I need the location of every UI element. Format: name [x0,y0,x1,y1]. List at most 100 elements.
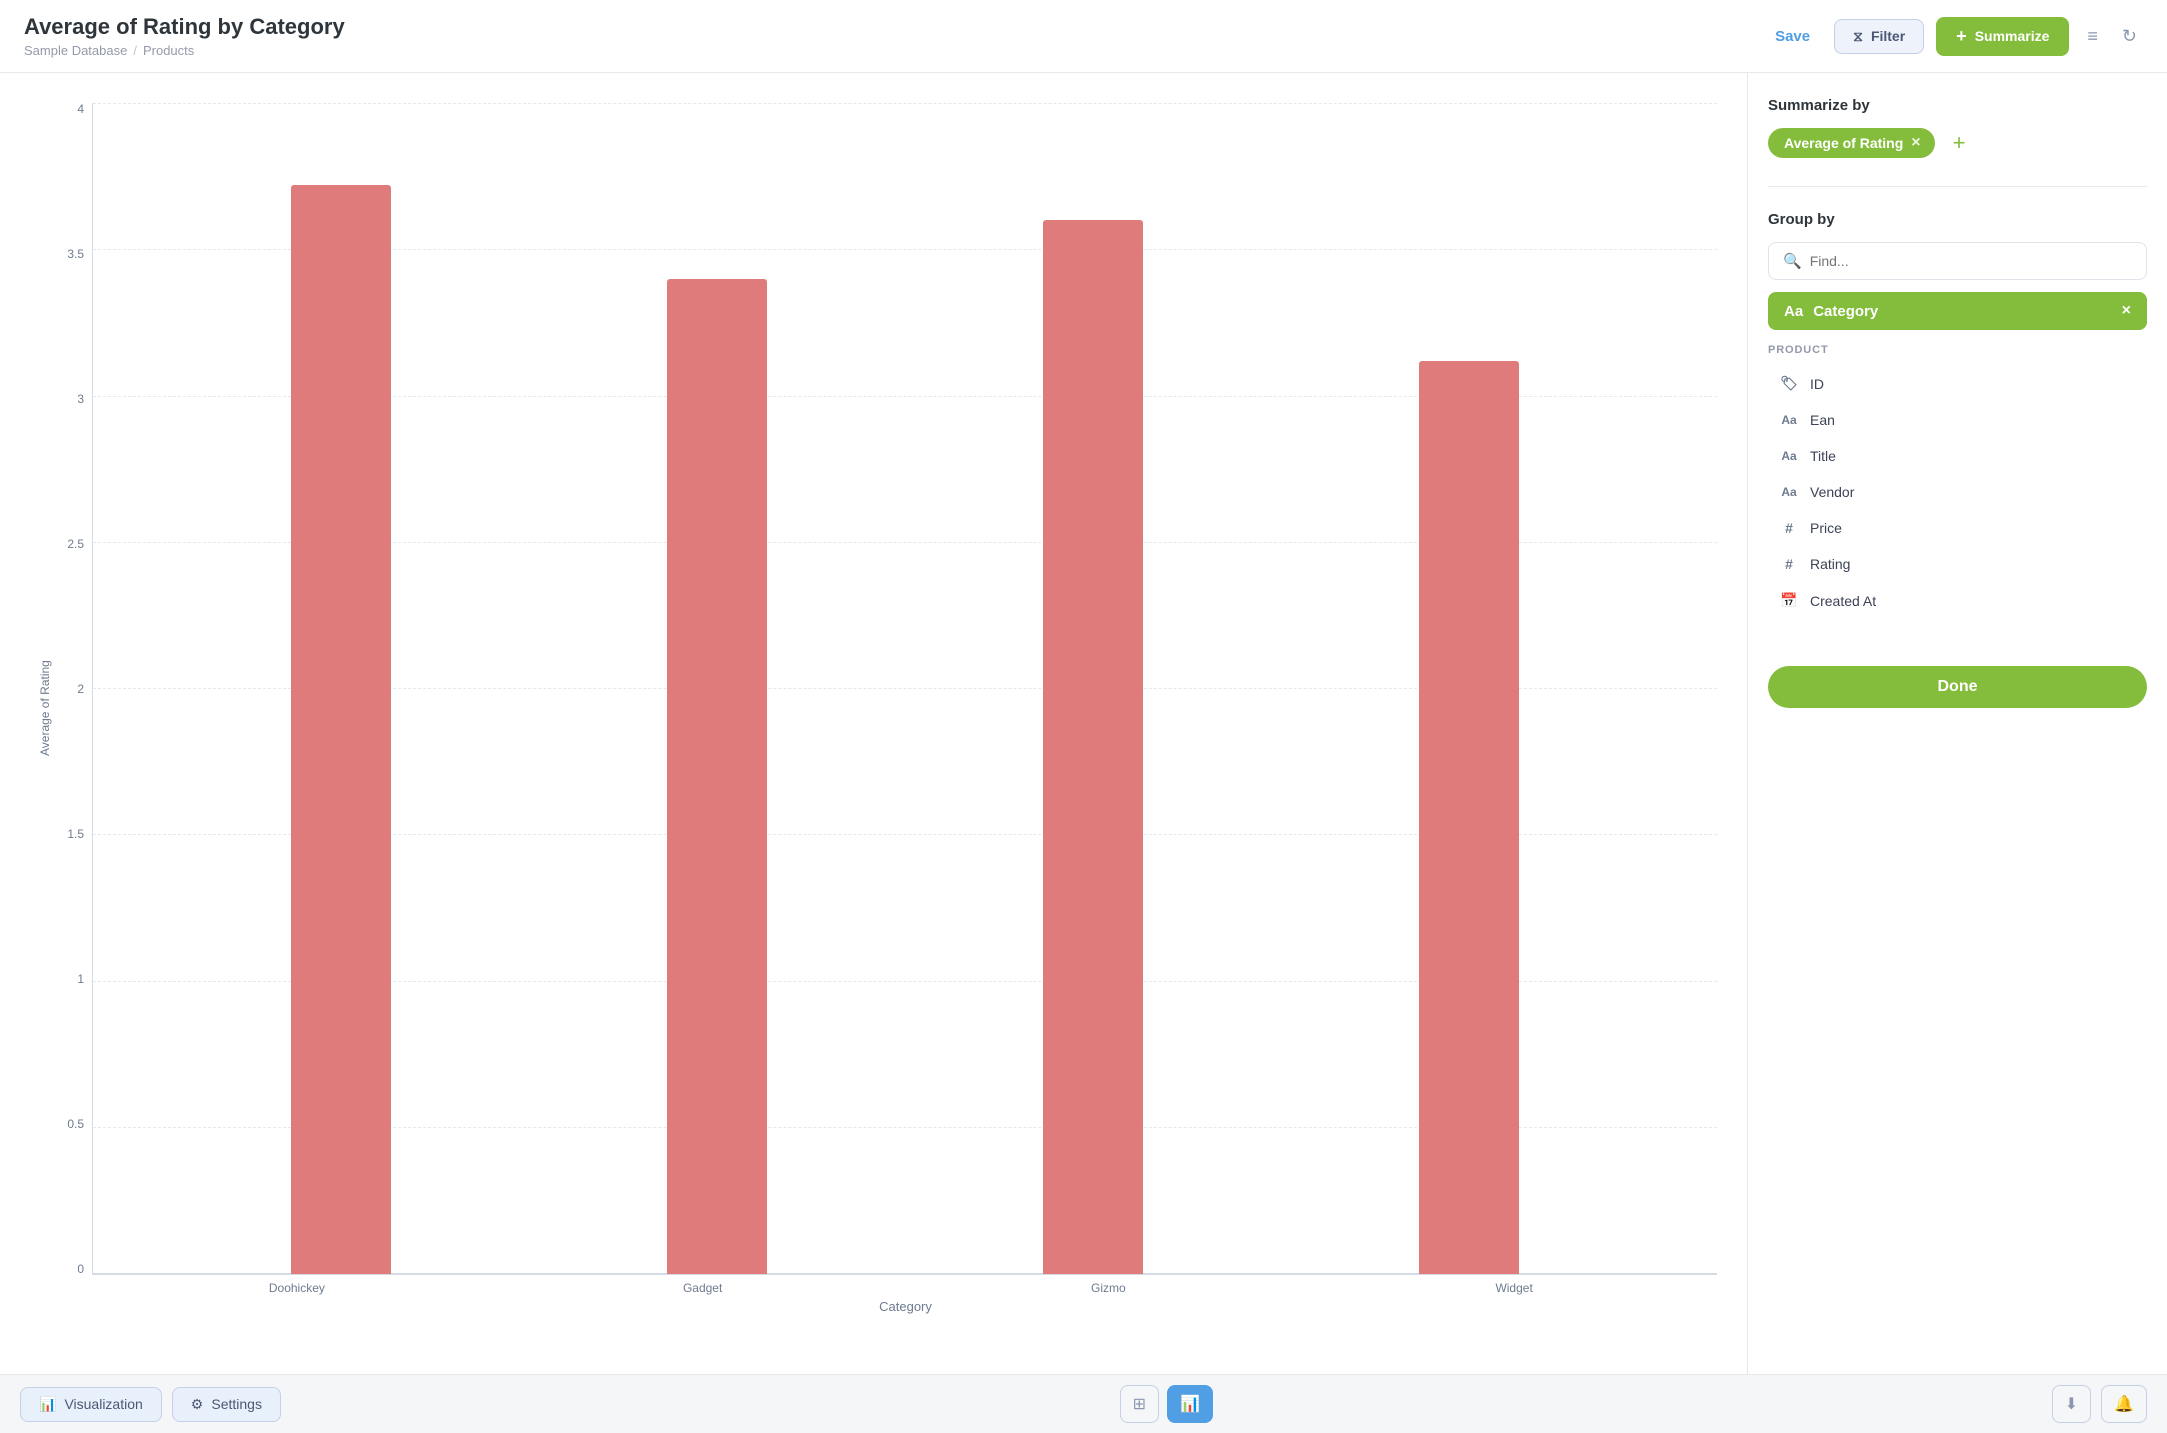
field-name-id: ID [1810,376,1824,392]
category-icon: Aa [1784,303,1803,320]
notification-button[interactable]: 🔔 [2101,1385,2147,1423]
field-list: 🏷 ID Aa Ean Aa Title Aa Vendor [1768,366,2147,618]
download-button[interactable]: ⬇ [2052,1385,2091,1423]
y-tick-05: 0.5 [67,1118,84,1130]
divider [1768,186,2147,187]
bar-widget [1419,361,1519,1274]
filter-icon: ⧖ [1853,28,1863,45]
header-actions: Save ⧖ Filter + Summarize ≡ ↻ [1763,17,2143,56]
bar-group-doohickey [291,103,391,1274]
field-name-price: Price [1810,520,1842,536]
field-name-ean: Ean [1810,412,1835,428]
field-item-vendor[interactable]: Aa Vendor [1768,475,2147,509]
y-tick-2: 2 [77,683,84,695]
filter-label: Filter [1871,28,1905,44]
text-icon-vendor: Aa [1778,485,1800,499]
visualization-label: Visualization [64,1396,142,1412]
field-name-vendor: Vendor [1810,484,1854,500]
field-item-created-at[interactable]: 📅 Created At [1768,583,2147,618]
bar-gadget [667,279,767,1274]
x-labels: Doohickey Gadget Gizmo Widget [52,1281,1717,1295]
main-layout: Average of Rating 4 3.5 3 2.5 2 1.5 1 0.… [0,73,2167,1374]
settings-label: Settings [211,1396,262,1412]
chart-area: Average of Rating 4 3.5 3 2.5 2 1.5 1 0.… [0,73,1747,1374]
y-axis-ticks: 4 3.5 3 2.5 2 1.5 1 0.5 0 [52,103,92,1275]
summarize-by-title: Summarize by [1768,97,2147,114]
average-of-rating-label: Average of Rating [1784,135,1903,151]
visualization-button[interactable]: 📊 Visualization [20,1387,162,1422]
calendar-icon: 📅 [1778,592,1800,609]
product-section-label: PRODUCT [1768,344,2147,356]
search-icon: 🔍 [1783,252,1802,270]
gear-icon: ⚙ [191,1396,204,1413]
bars [93,103,1717,1274]
bar-doohickey [291,185,391,1274]
field-name-title: Title [1810,448,1836,464]
category-label: Category [1813,303,1878,320]
bar-group-gizmo [1043,103,1143,1274]
bar-group-gadget [667,103,767,1274]
sort-icon-button[interactable]: ≡ [2081,20,2104,53]
summarize-label: Summarize [1975,28,2050,44]
bar-chart-icon: 📊 [39,1396,56,1413]
header: Average of Rating by Category Sample Dat… [0,0,2167,73]
y-tick-3: 3 [77,393,84,405]
field-item-title[interactable]: Aa Title [1768,439,2147,473]
y-tick-15: 1.5 [67,828,84,840]
average-of-rating-pill[interactable]: Average of Rating × [1768,128,1935,158]
y-tick-4: 4 [77,103,84,115]
plus-icon: + [1956,26,1967,47]
text-icon-ean: Aa [1778,413,1800,427]
summarize-pill-row: Average of Rating × + [1768,128,2147,158]
x-axis-title: Category [52,1299,1717,1314]
x-label-gizmo: Gizmo [906,1281,1312,1295]
breadcrumb-database: Sample Database [24,43,127,58]
chart-wrapper: Average of Rating 4 3.5 3 2.5 2 1.5 1 0.… [30,93,1717,1314]
category-group-pill[interactable]: Aa Category × [1768,292,2147,330]
field-item-rating[interactable]: # Rating [1768,547,2147,581]
add-summarize-button[interactable]: + [1945,130,1974,156]
bottom-left-actions: 📊 Visualization ⚙ Settings [20,1387,281,1422]
breadcrumb-table: Products [143,43,194,58]
x-label-widget: Widget [1311,1281,1717,1295]
group-by-section: Group by 🔍 Aa Category × PRODUCT 🏷 ID [1768,211,2147,618]
breadcrumb: Sample Database / Products [24,43,345,58]
bottom-bar: 📊 Visualization ⚙ Settings ⊞ 📊 ⬇ 🔔 [0,1374,2167,1433]
filter-button[interactable]: ⧖ Filter [1834,19,1924,54]
y-axis-label: Average of Rating [30,103,52,1314]
done-button[interactable]: Done [1768,666,2147,708]
table-view-button[interactable]: ⊞ [1120,1385,1159,1423]
search-input[interactable] [1810,253,2132,269]
text-icon-title: Aa [1778,449,1800,463]
bar-gizmo [1043,220,1143,1274]
number-icon-price: # [1778,520,1800,536]
group-by-title: Group by [1768,211,2147,228]
field-item-price[interactable]: # Price [1768,511,2147,545]
bar-group-widget [1419,103,1519,1274]
y-tick-25: 2.5 [67,538,84,550]
tag-icon: 🏷 [1778,375,1800,392]
summarize-by-section: Summarize by Average of Rating × + [1768,97,2147,158]
y-tick-1: 1 [77,973,84,985]
x-label-doohickey: Doohickey [94,1281,500,1295]
number-icon-rating: # [1778,556,1800,572]
breadcrumb-separator: / [133,43,137,58]
group-by-search[interactable]: 🔍 [1768,242,2147,280]
page-title: Average of Rating by Category [24,14,345,40]
save-button[interactable]: Save [1763,20,1822,53]
x-label-gadget: Gadget [500,1281,906,1295]
summarize-sidebar: Summarize by Average of Rating × + Group… [1747,73,2167,1374]
header-left: Average of Rating by Category Sample Dat… [24,14,345,58]
field-name-rating: Rating [1810,556,1850,572]
field-item-id[interactable]: 🏷 ID [1768,366,2147,401]
refresh-icon-button[interactable]: ↻ [2116,20,2143,53]
y-tick-35: 3.5 [67,248,84,260]
settings-button[interactable]: ⚙ Settings [172,1387,281,1422]
remove-category-button[interactable]: × [2122,302,2131,320]
y-tick-0: 0 [77,1263,84,1275]
field-item-ean[interactable]: Aa Ean [1768,403,2147,437]
chart-view-button[interactable]: 📊 [1167,1385,1213,1423]
remove-average-rating-button[interactable]: × [1911,134,1920,152]
bottom-center-actions: ⊞ 📊 [1120,1385,1213,1423]
summarize-button[interactable]: + Summarize [1936,17,2069,56]
